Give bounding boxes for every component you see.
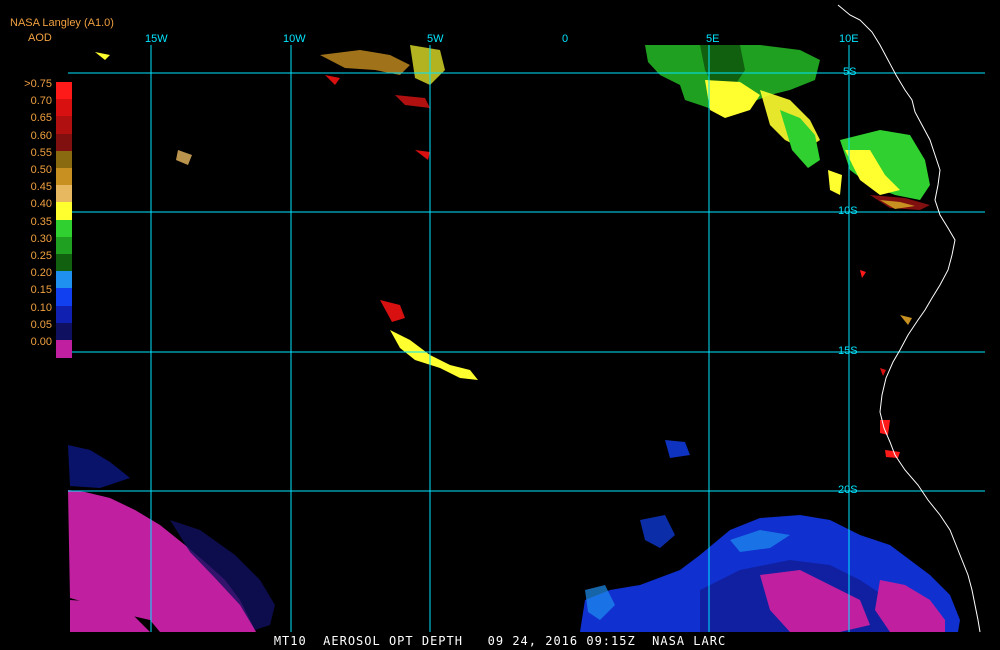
colorbar-label: 0.20 <box>30 267 52 280</box>
colorbar-label: 0.10 <box>30 301 52 314</box>
lat-label-15s: 15S <box>838 345 858 357</box>
colorbar-label: >0.75 <box>24 78 52 90</box>
product-footer: MT10 AEROSOL OPT DEPTH 09 24, 2016 09:15… <box>273 634 727 648</box>
colorbar-swatch <box>56 305 72 324</box>
colorbar-swatch <box>56 340 72 358</box>
colorbar-label: 0.30 <box>30 232 52 245</box>
colorbar-label: 0.65 <box>30 112 52 125</box>
colorbar-swatch <box>56 116 72 135</box>
variable-label: AOD <box>28 32 52 44</box>
colorbar-label: 0.05 <box>30 318 52 331</box>
colorbar-label: 0.40 <box>30 198 52 211</box>
lon-label-10w: 10W <box>283 33 306 45</box>
colorbar-label: 0.35 <box>30 215 52 228</box>
colorbar-swatch <box>56 219 72 238</box>
colorbar-swatch <box>56 133 72 152</box>
colorbar-swatch <box>56 99 72 117</box>
colorbar-swatch <box>56 236 72 255</box>
lat-label-10s: 10S <box>838 205 858 217</box>
colorbar-label: 0.55 <box>30 146 52 159</box>
colorbar-swatch <box>56 254 72 272</box>
colorbar-swatch <box>56 150 72 169</box>
colorbar-swatch <box>56 322 72 341</box>
colorbar-label: 0.50 <box>30 164 52 176</box>
colorbar-swatch <box>56 202 72 221</box>
aod-map <box>0 0 1000 650</box>
lon-label-10e: 10E <box>839 33 859 45</box>
colorbar-label: 0.70 <box>30 95 52 108</box>
colorbar-label: 0.45 <box>30 181 52 194</box>
lon-label-5w: 5W <box>427 33 444 45</box>
lon-label-15w: 15W <box>145 33 168 45</box>
lon-label-5e: 5E <box>706 33 720 45</box>
lat-label-5s: 5S <box>843 66 857 78</box>
colorbar-swatch <box>56 168 72 186</box>
source-label: NASA Langley (A1.0) <box>10 17 114 29</box>
colorbar-label: 0.60 <box>30 129 52 142</box>
colorbar-swatch <box>56 82 72 100</box>
colorbar-label: 0.15 <box>30 284 52 297</box>
lat-label-20s: 20S <box>838 484 858 496</box>
colorbar-swatch <box>56 185 72 203</box>
colorbar-swatch <box>56 288 72 307</box>
colorbar-label: 0.25 <box>30 250 52 262</box>
lon-label-0: 0 <box>562 33 569 45</box>
colorbar-label: 0.00 <box>30 336 52 348</box>
colorbar-swatch <box>56 271 72 289</box>
